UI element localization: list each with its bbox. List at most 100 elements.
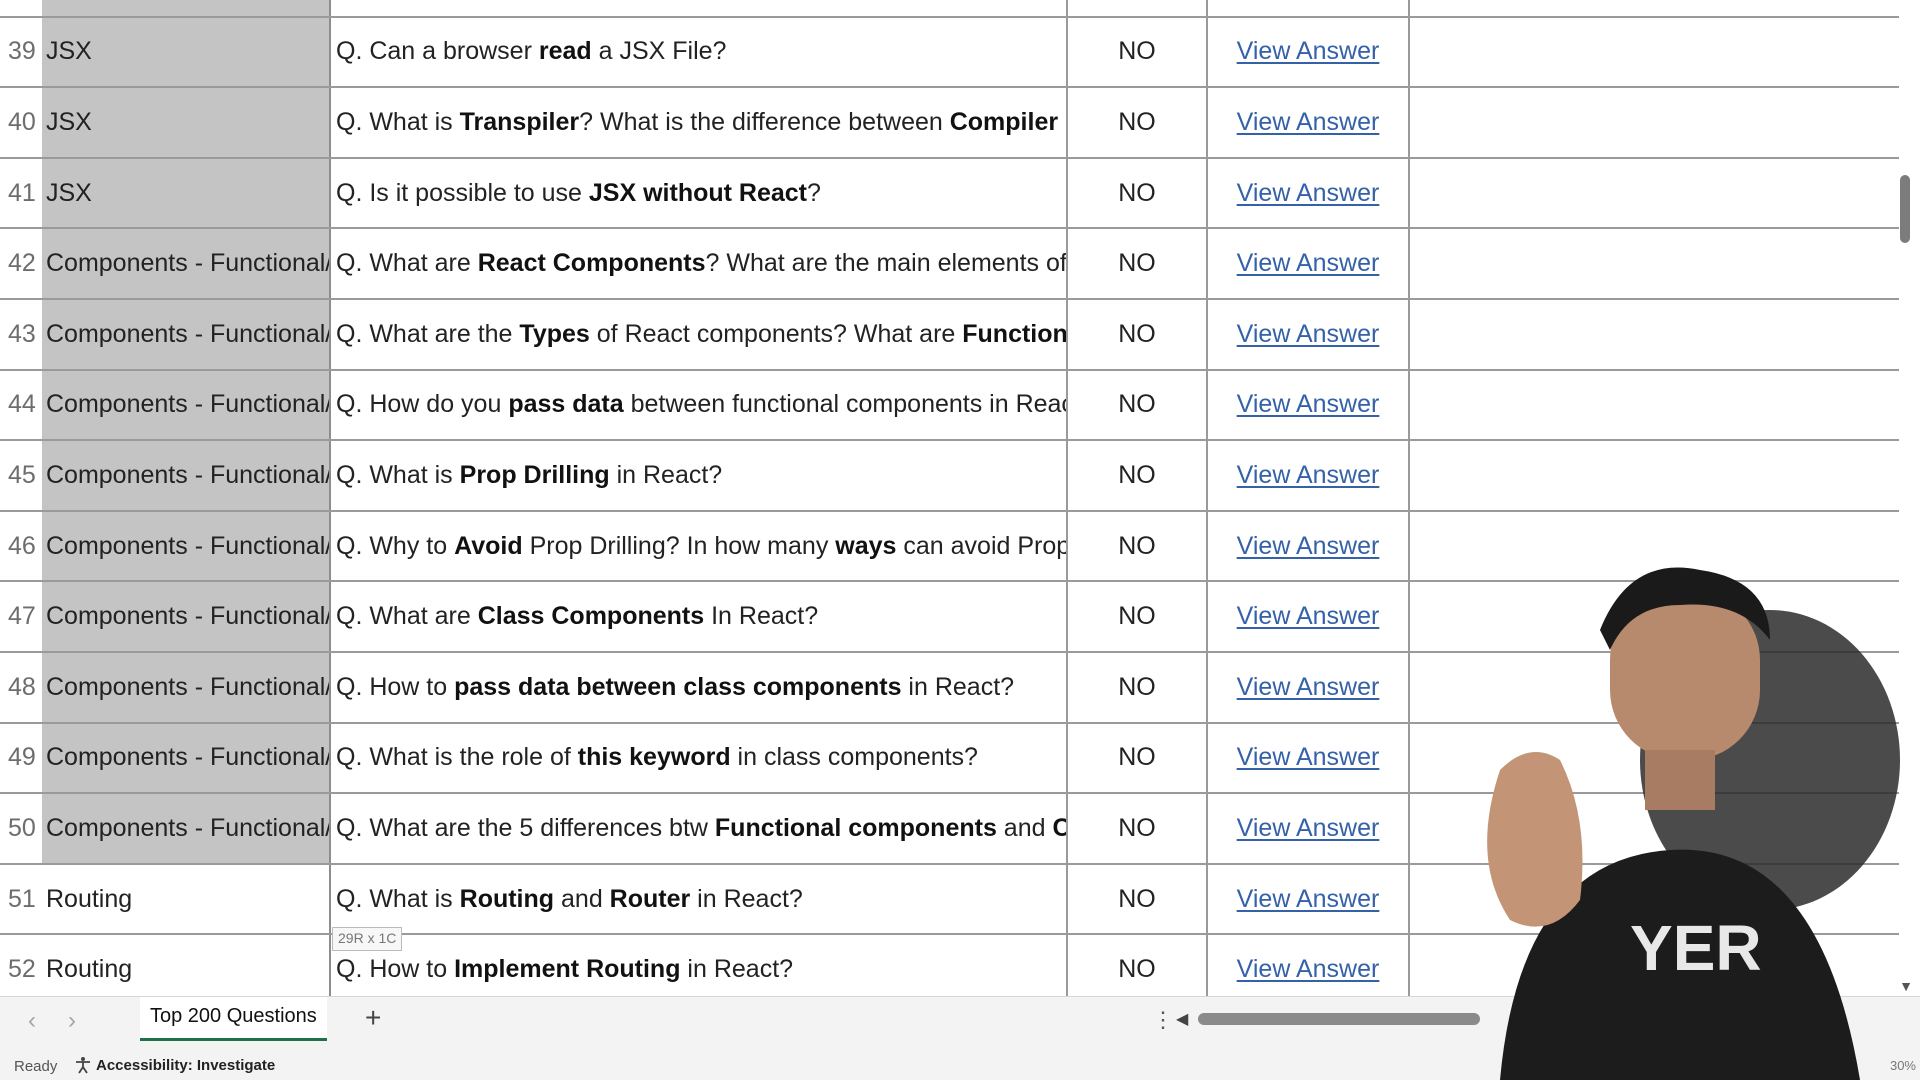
row-number[interactable]: 43: [0, 298, 42, 371]
row-number[interactable]: 51: [0, 863, 42, 936]
status-cell[interactable]: NO: [1067, 581, 1208, 653]
topic-cell[interactable]: Components - Functional/ Cl: [42, 298, 331, 371]
answer-cell[interactable]: View Answer: [1207, 440, 1410, 512]
vertical-scrollbar-thumb[interactable]: [1900, 175, 1910, 243]
topic-cell[interactable]: Components - Functional/ Cl: [42, 581, 331, 653]
topic-cell[interactable]: JSX: [42, 87, 331, 159]
topic-cell[interactable]: Routing: [42, 934, 331, 996]
answer-cell[interactable]: View Answer: [1207, 722, 1410, 795]
view-answer-link[interactable]: View Answer: [1237, 320, 1380, 348]
status-cell[interactable]: NO: [1067, 440, 1208, 512]
view-answer-link[interactable]: View Answer: [1237, 179, 1380, 207]
chevron-right-icon[interactable]: ›: [68, 1007, 76, 1035]
view-answer-link[interactable]: View Answer: [1237, 602, 1380, 630]
question-cell[interactable]: Q. What are React Components? What are t…: [330, 228, 1068, 300]
answer-cell[interactable]: View Answer: [1207, 510, 1410, 583]
row-number[interactable]: 50: [0, 793, 42, 865]
view-answer-link[interactable]: View Answer: [1237, 37, 1380, 65]
question-cell[interactable]: Q. Why to Avoid Prop Drilling? In how ma…: [330, 510, 1068, 583]
view-answer-link[interactable]: View Answer: [1237, 955, 1380, 983]
topic-cell[interactable]: Components - Functional/ Cl: [42, 651, 331, 724]
question-cell[interactable]: Q. How to pass data between class compon…: [330, 651, 1068, 724]
view-answer-link[interactable]: View Answer: [1237, 814, 1380, 842]
view-answer-link[interactable]: View Answer: [1237, 532, 1380, 560]
answer-cell[interactable]: View Answer: [1207, 581, 1410, 653]
view-answer-link[interactable]: View Answer: [1237, 885, 1380, 913]
chevron-left-icon[interactable]: ‹: [28, 1007, 36, 1035]
question-cell[interactable]: Q. What are Class Components In React?: [330, 581, 1068, 653]
question-cell[interactable]: Q. Is it possible to use JSX without Rea…: [330, 157, 1068, 230]
status-cell[interactable]: NO: [1067, 87, 1208, 159]
more-options-icon[interactable]: ⋮: [1152, 1007, 1174, 1033]
topic-cell[interactable]: Components - Functional/ Cl: [42, 369, 331, 442]
row-number[interactable]: 49: [0, 722, 42, 795]
status-cell[interactable]: NO: [1067, 157, 1208, 230]
row-number[interactable]: 40: [0, 87, 42, 159]
status-cell[interactable]: NO: [1067, 16, 1208, 89]
empty-cell[interactable]: [1409, 0, 1899, 18]
row-number[interactable]: 38: [0, 0, 42, 18]
question-cell[interactable]: Q. What are the 5 differences btw Functi…: [330, 793, 1068, 865]
row-number[interactable]: 45: [0, 440, 42, 512]
empty-cell[interactable]: [1409, 369, 1899, 442]
answer-cell[interactable]: View Answer: [1207, 0, 1410, 18]
empty-cell[interactable]: [1409, 298, 1899, 371]
topic-cell[interactable]: JSX: [42, 0, 331, 18]
row-number[interactable]: 41: [0, 157, 42, 230]
empty-cell[interactable]: [1409, 157, 1899, 230]
question-cell[interactable]: Q. What is the role of this keyword in c…: [330, 722, 1068, 795]
answer-cell[interactable]: View Answer: [1207, 157, 1410, 230]
topic-cell[interactable]: Components - Functional/ Cl: [42, 510, 331, 583]
view-answer-link[interactable]: View Answer: [1237, 673, 1380, 701]
question-cell[interactable]: Q. What is Prop Drilling in React?: [330, 440, 1068, 512]
status-cell[interactable]: NO: [1067, 369, 1208, 442]
view-answer-link[interactable]: View Answer: [1237, 390, 1380, 418]
answer-cell[interactable]: View Answer: [1207, 651, 1410, 724]
question-cell[interactable]: Q. How do you pass data between function…: [330, 369, 1068, 442]
scroll-left-icon[interactable]: ◀: [1176, 1009, 1188, 1029]
topic-cell[interactable]: JSX: [42, 16, 331, 89]
question-cell[interactable]: Q. Can a browser read a JSX File?: [330, 16, 1068, 89]
empty-cell[interactable]: [1409, 16, 1899, 89]
add-sheet-button[interactable]: +: [365, 1002, 381, 1034]
row-number[interactable]: 39: [0, 16, 42, 89]
answer-cell[interactable]: View Answer: [1207, 298, 1410, 371]
answer-cell[interactable]: View Answer: [1207, 16, 1410, 89]
status-cell[interactable]: NO: [1067, 510, 1208, 583]
horizontal-scrollbar-thumb[interactable]: [1198, 1013, 1480, 1025]
answer-cell[interactable]: View Answer: [1207, 228, 1410, 300]
answer-cell[interactable]: View Answer: [1207, 793, 1410, 865]
status-cell[interactable]: NO: [1067, 298, 1208, 371]
row-number[interactable]: 42: [0, 228, 42, 300]
status-cell[interactable]: NO: [1067, 722, 1208, 795]
question-cell[interactable]: Q. How to Implement Routing in React?: [330, 934, 1068, 996]
topic-cell[interactable]: Components - Functional/ Cl: [42, 722, 331, 795]
topic-cell[interactable]: JSX: [42, 157, 331, 230]
row-number[interactable]: 52: [0, 934, 42, 996]
status-cell[interactable]: NO: [1067, 0, 1208, 18]
row-number[interactable]: 44: [0, 369, 42, 442]
view-answer-link[interactable]: View Answer: [1237, 743, 1380, 771]
topic-cell[interactable]: Routing: [42, 863, 331, 936]
row-number[interactable]: 46: [0, 510, 42, 583]
topic-cell[interactable]: Components - Functional/ Cl: [42, 440, 331, 512]
empty-cell[interactable]: [1409, 228, 1899, 300]
question-cell[interactable]: Q. What are the Types of React component…: [330, 298, 1068, 371]
status-cell[interactable]: NO: [1067, 228, 1208, 300]
tab-top-200-questions[interactable]: Top 200 Questions: [140, 997, 327, 1041]
status-cell[interactable]: NO: [1067, 934, 1208, 996]
view-answer-link[interactable]: View Answer: [1237, 108, 1380, 136]
question-cell[interactable]: Q. What is Transpiler? What is the diffe…: [330, 87, 1068, 159]
status-cell[interactable]: NO: [1067, 651, 1208, 724]
topic-cell[interactable]: Components - Functional/ Cl: [42, 228, 331, 300]
empty-cell[interactable]: [1409, 87, 1899, 159]
status-cell[interactable]: NO: [1067, 863, 1208, 936]
row-number[interactable]: 47: [0, 581, 42, 653]
status-cell[interactable]: NO: [1067, 793, 1208, 865]
row-number[interactable]: 48: [0, 651, 42, 724]
question-cell[interactable]: Q. What is Routing and Router in React?: [330, 863, 1068, 936]
answer-cell[interactable]: View Answer: [1207, 369, 1410, 442]
answer-cell[interactable]: View Answer: [1207, 87, 1410, 159]
view-answer-link[interactable]: View Answer: [1237, 249, 1380, 277]
empty-cell[interactable]: [1409, 440, 1899, 512]
